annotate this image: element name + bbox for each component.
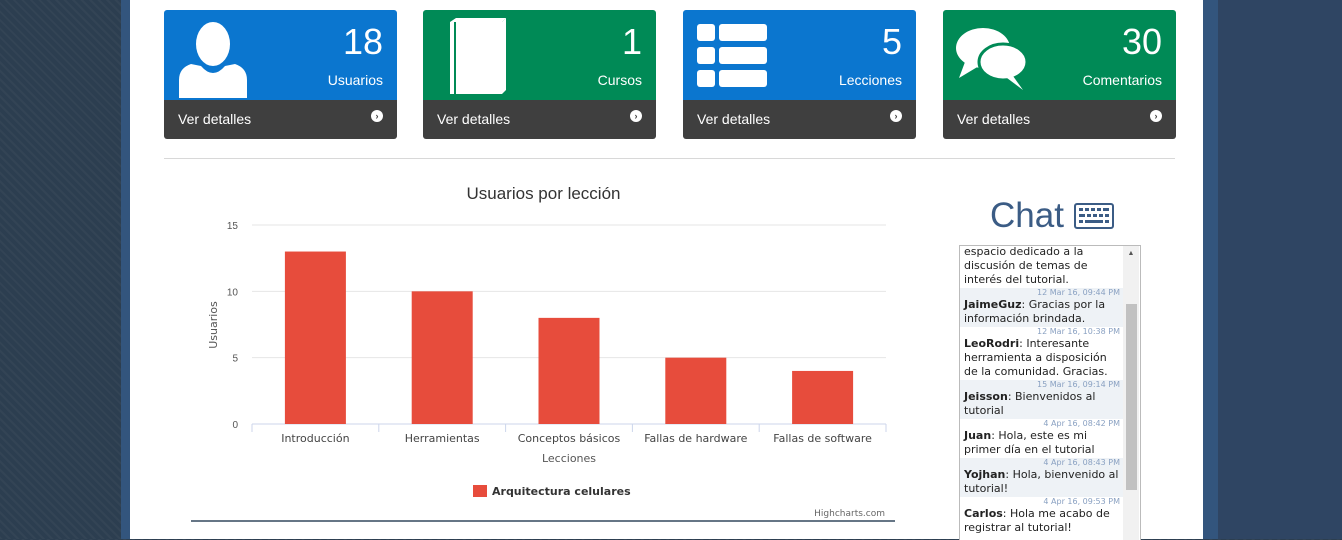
- lessons-count: 5: [881, 21, 902, 62]
- legend-item[interactable]: Arquitectura celulares: [492, 485, 631, 498]
- page-background-left: [0, 0, 121, 539]
- chat-message: 4 Apr 16, 08:42 PM Juan: Hola, este es mi…: [960, 419, 1124, 458]
- courses-details-link[interactable]: Ver detalles ›: [423, 100, 656, 139]
- x-tick-label: Herramientas: [405, 432, 480, 445]
- chat-message: 4 Apr 16, 09:53 PM Carlos: Hola me acabo …: [960, 497, 1124, 536]
- book-icon: [450, 18, 506, 94]
- chat-message-time: 4 Apr 16, 08:43 PM: [1043, 458, 1120, 467]
- chat-message-time: 4 Apr 16, 09:53 PM: [1043, 497, 1120, 506]
- page-background-right: [1218, 0, 1342, 539]
- lessons-details-label: Ver detalles: [697, 111, 771, 127]
- chat-message-user: LeoRodri: [964, 337, 1020, 350]
- lessons-label: Lecciones: [838, 72, 902, 88]
- chat-message: 15 Mar 16, 09:14 PM Jeisson: Bienvenidos …: [960, 380, 1124, 419]
- arrow-circle-right-icon: ›: [1150, 110, 1162, 122]
- courses-card-panel: 1 Cursos: [423, 10, 656, 100]
- courses-card: 1 Cursos Ver detalles ›: [423, 10, 656, 139]
- chat-message-time: 12 Mar 16, 09:44 PM: [1037, 288, 1120, 297]
- chat-message-list: espacio dedicado a la discusión de temas…: [960, 245, 1124, 536]
- chat-message-user: Juan: [964, 429, 992, 442]
- chat-message: 12 Mar 16, 09:44 PM JaimeGuz: Gracias por…: [960, 288, 1124, 327]
- chat-message-body: LeoRodri: Interesante herramienta a disp…: [964, 337, 1108, 378]
- bar-5[interactable]: [792, 370, 854, 424]
- courses-count: 1: [621, 21, 642, 62]
- lessons-card-panel: 5 Lecciones: [683, 10, 916, 100]
- users-details-link[interactable]: Ver detalles ›: [164, 100, 397, 139]
- chat-messages-box[interactable]: espacio dedicado a la discusión de temas…: [959, 245, 1141, 540]
- lessons-card: 5 Lecciones Ver detalles ›: [683, 10, 916, 139]
- users-card: 18 Usuarios Ver detalles ›: [164, 10, 397, 139]
- y-tick-label: 10: [227, 287, 239, 298]
- users-count: 18: [342, 21, 383, 62]
- x-tick-label: Fallas de hardware: [644, 432, 747, 445]
- chat-message-body: Juan: Hola, este es mi primer día en el …: [964, 429, 1095, 456]
- list-icon: [697, 24, 767, 87]
- arrow-circle-right-icon: ›: [371, 110, 383, 122]
- y-axis-title: Usuarios: [207, 301, 220, 349]
- x-axis-title: Lecciones: [542, 452, 596, 465]
- chat-message-body: Yojhan: Hola, bienvenido al tutorial!: [964, 468, 1119, 495]
- users-card-panel: 18 Usuarios: [164, 10, 397, 100]
- bar-3[interactable]: [538, 317, 600, 424]
- section-divider: [164, 158, 1175, 159]
- comments-count: 30: [1121, 21, 1162, 62]
- bar-1[interactable]: [284, 251, 346, 424]
- comments-details-link[interactable]: Ver detalles ›: [943, 100, 1176, 139]
- chat-message-time: 12 Mar 16, 10:38 PM: [1037, 327, 1120, 336]
- chat-message-user: Jeisson: [964, 390, 1008, 403]
- comments-details-label: Ver detalles: [957, 111, 1031, 127]
- courses-details-label: Ver detalles: [437, 111, 511, 127]
- arrow-circle-right-icon: ›: [630, 110, 642, 122]
- bar-4[interactable]: [665, 357, 727, 424]
- chat-message: 12 Mar 16, 10:38 PM LeoRodri: Interesante…: [960, 327, 1124, 380]
- users-label: Usuarios: [327, 72, 383, 88]
- user-icon: [179, 22, 247, 98]
- chat-message-user: Carlos: [964, 507, 1003, 520]
- comments-icon: [956, 28, 1029, 90]
- y-tick-label: 15: [227, 221, 239, 232]
- chat-message-time: 4 Apr 16, 08:42 PM: [1043, 419, 1120, 428]
- comments-card: 30 Comentarios Ver detalles ›: [943, 10, 1176, 139]
- users-per-lesson-chart: 0 5 10 15 Introducción Herramientas Conceptos …: [191, 221, 895, 522]
- comments-label: Comentarios: [1082, 72, 1162, 88]
- x-tick-label: Introducción: [281, 432, 349, 445]
- chat-message-user: JaimeGuz: [964, 298, 1022, 311]
- chat-message: espacio dedicado a la discusión de temas…: [960, 245, 1124, 288]
- scroll-up-arrow-icon[interactable]: ▲: [1123, 250, 1139, 257]
- chat-message-body: Jeisson: Bienvenidos al tutorial: [964, 390, 1096, 417]
- chat-message: 4 Apr 16, 08:43 PM Yojhan: Hola, bienveni…: [960, 458, 1124, 497]
- y-tick-label: 0: [232, 420, 238, 431]
- users-details-label: Ver detalles: [178, 111, 252, 127]
- chat-scroll-thumb[interactable]: [1126, 304, 1137, 490]
- chat-message-time: 15 Mar 16, 09:14 PM: [1037, 380, 1120, 389]
- chat-message-user: Yojhan: [964, 468, 1006, 481]
- chat-message-body: Carlos: Hola me acabo de registrar al tu…: [964, 507, 1110, 534]
- highcharts-credits-link[interactable]: Highcharts.com: [814, 509, 885, 519]
- chart-title: Usuarios por lección: [466, 184, 621, 203]
- x-tick-label: Conceptos básicos: [518, 432, 621, 445]
- chat-message-text: espacio dedicado a la discusión de temas…: [964, 245, 1088, 286]
- comments-card-panel: 30 Comentarios: [943, 10, 1176, 100]
- arrow-circle-right-icon: ›: [890, 110, 902, 122]
- lessons-details-link[interactable]: Ver detalles ›: [683, 100, 916, 139]
- y-tick-label: 5: [232, 354, 238, 365]
- chat-message-body: espacio dedicado a la discusión de temas…: [964, 245, 1120, 287]
- x-tick-label: Fallas de software: [773, 432, 872, 445]
- legend-swatch[interactable]: [473, 485, 487, 497]
- keyboard-icon: [1073, 203, 1114, 229]
- courses-label: Cursos: [597, 72, 642, 88]
- chat-scrollbar[interactable]: ▲: [1123, 246, 1139, 540]
- chat-title: Chat: [990, 196, 1064, 235]
- chat-header: Chat: [990, 196, 1114, 236]
- chat-message-body: JaimeGuz: Gracias por la información bri…: [964, 298, 1106, 325]
- bar-2[interactable]: [411, 291, 473, 424]
